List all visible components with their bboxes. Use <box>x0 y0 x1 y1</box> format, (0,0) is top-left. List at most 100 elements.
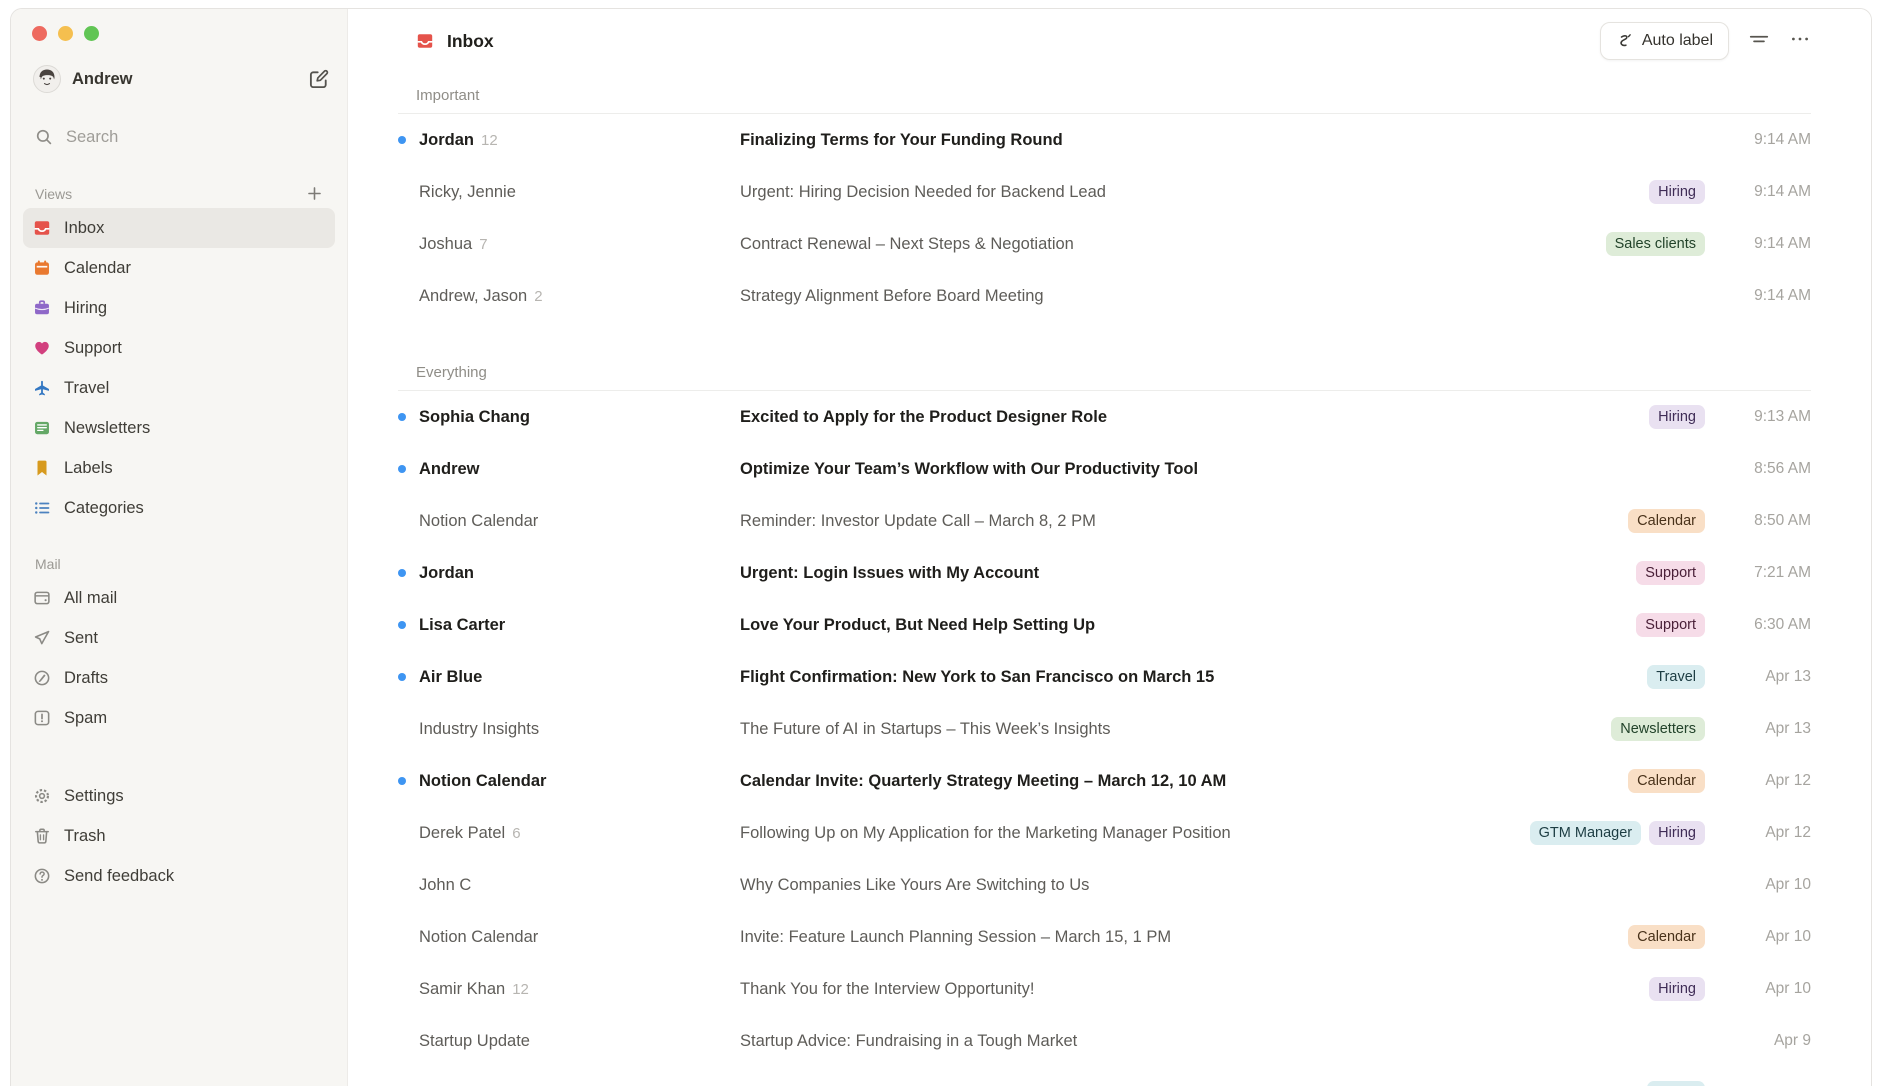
mail-row[interactable]: Car Rentals Upgrade: Rental Details – Pi… <box>398 1067 1811 1086</box>
sidebar-item-newsletters[interactable]: Newsletters <box>23 408 335 448</box>
tags: Hiring <box>1649 405 1705 430</box>
sidebar-item-hiring[interactable]: Hiring <box>23 288 335 328</box>
avatar[interactable] <box>33 65 61 93</box>
mail-row[interactable]: Industry Insights The Future of AI in St… <box>398 703 1811 755</box>
zoom-window-button[interactable] <box>84 26 99 41</box>
mail-row[interactable]: Jordan 12 Finalizing Terms for Your Fund… <box>398 114 1811 166</box>
tags: Travel <box>1647 665 1705 690</box>
sender: Derek Patel <box>419 824 505 843</box>
mail-row[interactable]: Joshua 7 Contract Renewal – Next Steps &… <box>398 218 1811 270</box>
timestamp: 9:14 AM <box>1719 287 1811 305</box>
search-placeholder: Search <box>66 128 118 147</box>
tag-calendar[interactable]: Calendar <box>1628 925 1705 950</box>
sidebar-item-trash[interactable]: Trash <box>23 816 335 856</box>
tag-travel[interactable]: Travel <box>1647 665 1705 690</box>
timestamp: Apr 12 <box>1719 772 1811 790</box>
filter-icon[interactable] <box>1748 30 1770 53</box>
timestamp: Apr 10 <box>1719 876 1811 894</box>
sender: Industry Insights <box>419 720 539 739</box>
search-input[interactable]: Search <box>23 125 335 149</box>
sidebar-item-label: Drafts <box>64 669 108 688</box>
tag-hiring[interactable]: Hiring <box>1649 821 1705 846</box>
subject: Optimize Your Team’s Workflow with Our P… <box>740 460 1693 479</box>
sender: Jordan <box>419 131 474 150</box>
mail-list: All mail Sent Drafts Spam <box>23 578 335 738</box>
mail-row[interactable]: Air Blue Flight Confirmation: New York t… <box>398 651 1811 703</box>
tags: Calendar <box>1628 925 1705 950</box>
sidebar-item-calendar[interactable]: Calendar <box>23 248 335 288</box>
drafts-icon <box>33 669 51 687</box>
mail-row[interactable]: Notion Calendar Calendar Invite: Quarter… <box>398 755 1811 807</box>
mail-row[interactable]: Sophia Chang Excited to Apply for the Pr… <box>398 391 1811 443</box>
sidebar-item-all-mail[interactable]: All mail <box>23 578 335 618</box>
tag-newsletters[interactable]: Newsletters <box>1611 717 1705 742</box>
sidebar-item-send-feedback[interactable]: Send feedback <box>23 856 335 896</box>
tag-calendar[interactable]: Calendar <box>1628 509 1705 534</box>
mail-row[interactable]: Andrew, Jason 2 Strategy Alignment Befor… <box>398 270 1811 322</box>
sender: Startup Update <box>419 1032 530 1051</box>
mail-row[interactable]: Ricky, Jennie Urgent: Hiring Decision Ne… <box>398 166 1811 218</box>
timestamp: 9:13 AM <box>1719 408 1811 426</box>
auto-label-button[interactable]: Auto label <box>1600 22 1729 60</box>
sidebar-item-sent[interactable]: Sent <box>23 618 335 658</box>
sender: Jordan <box>419 564 474 583</box>
sidebar-item-settings[interactable]: Settings <box>23 776 335 816</box>
tag-support[interactable]: Support <box>1636 561 1705 586</box>
subject: Contract Renewal – Next Steps & Negotiat… <box>740 235 1594 254</box>
main-panel: Inbox Auto label <box>348 9 1871 1086</box>
mail-row[interactable]: Notion Calendar Invite: Feature Launch P… <box>398 911 1811 963</box>
sidebar-item-label: Sent <box>64 629 98 648</box>
tag-hiring[interactable]: Hiring <box>1649 180 1705 205</box>
section-title: Everything <box>416 364 1811 381</box>
tag-support[interactable]: Support <box>1636 613 1705 638</box>
subject: Urgent: Hiring Decision Needed for Backe… <box>740 183 1637 202</box>
mail-row[interactable]: Notion Calendar Reminder: Investor Updat… <box>398 495 1811 547</box>
sidebar-item-travel[interactable]: Travel <box>23 368 335 408</box>
subject: Startup Advice: Fundraising in a Tough M… <box>740 1032 1693 1051</box>
trash-icon <box>33 827 51 845</box>
tag-hiring[interactable]: Hiring <box>1649 405 1705 430</box>
sidebar-item-inbox[interactable]: Inbox <box>23 208 335 248</box>
compose-icon[interactable] <box>308 69 329 90</box>
mail-row[interactable]: John C Why Companies Like Yours Are Swit… <box>398 859 1811 911</box>
minimize-window-button[interactable] <box>58 26 73 41</box>
tags: Hiring <box>1649 180 1705 205</box>
tags: Support <box>1636 613 1705 638</box>
mail-row[interactable]: Startup Update Startup Advice: Fundraisi… <box>398 1015 1811 1067</box>
tag-gtm-manager[interactable]: GTM Manager <box>1530 821 1641 846</box>
tag-calendar[interactable]: Calendar <box>1628 769 1705 794</box>
mail-row[interactable]: Jordan Urgent: Login Issues with My Acco… <box>398 547 1811 599</box>
tag-hiring[interactable]: Hiring <box>1649 977 1705 1002</box>
sidebar-item-label: Trash <box>64 827 106 846</box>
mail-row[interactable]: Derek Patel 6 Following Up on My Applica… <box>398 807 1811 859</box>
sender: Andrew, Jason <box>419 287 527 306</box>
add-view-icon[interactable] <box>306 185 323 202</box>
tag-travel[interactable]: Travel <box>1647 1081 1705 1086</box>
sidebar-item-spam[interactable]: Spam <box>23 698 335 738</box>
heart-icon <box>33 339 51 357</box>
sidebar-item-support[interactable]: Support <box>23 328 335 368</box>
close-window-button[interactable] <box>32 26 47 41</box>
sidebar-item-label: Spam <box>64 709 107 728</box>
sender: Air Blue <box>419 668 482 687</box>
bookmark-icon <box>33 459 51 477</box>
mail-row[interactable]: Lisa Carter Love Your Product, But Need … <box>398 599 1811 651</box>
tags: Travel <box>1647 1081 1705 1086</box>
newsletter-icon <box>33 419 51 437</box>
sidebar-item-labels[interactable]: Labels <box>23 448 335 488</box>
tag-sales-clients[interactable]: Sales clients <box>1606 232 1705 257</box>
sidebar-item-drafts[interactable]: Drafts <box>23 658 335 698</box>
sidebar-item-label: Send feedback <box>64 867 174 886</box>
timestamp: 6:30 AM <box>1719 616 1811 634</box>
thread-count: 6 <box>512 825 520 842</box>
timestamp: 9:14 AM <box>1719 131 1811 149</box>
mail-section-header: Mail <box>23 556 335 572</box>
subject: Reminder: Investor Update Call – March 8… <box>740 512 1616 531</box>
unread-dot <box>398 136 406 144</box>
mail-row[interactable]: Andrew Optimize Your Team’s Workflow wit… <box>398 443 1811 495</box>
sidebar-item-categories[interactable]: Categories <box>23 488 335 528</box>
mail-row[interactable]: Samir Khan 12 Thank You for the Intervie… <box>398 963 1811 1015</box>
app-window: Andrew Search Views Inbox Calendar <box>10 8 1872 1086</box>
more-options-icon[interactable] <box>1789 30 1811 53</box>
calendar-icon <box>33 259 51 277</box>
